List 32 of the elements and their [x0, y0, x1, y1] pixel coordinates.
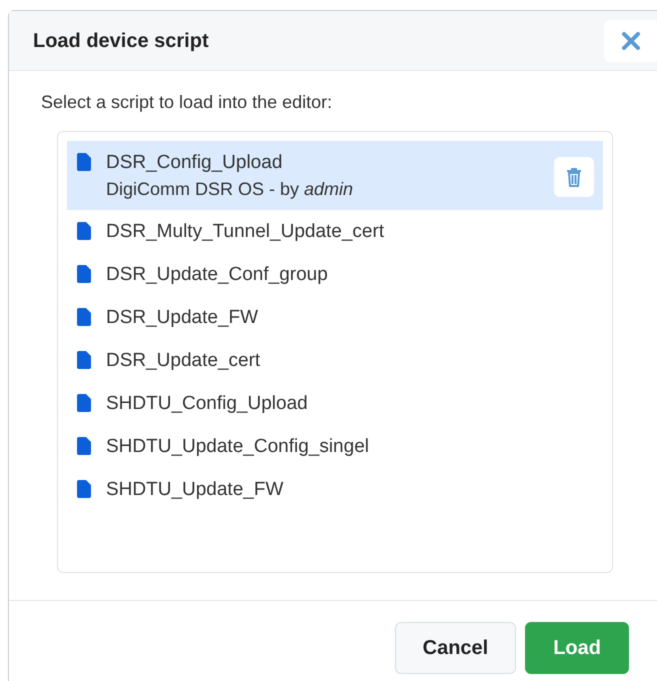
script-name: DSR_Update_FW: [106, 306, 258, 330]
close-icon: [621, 30, 641, 50]
script-item[interactable]: SHDTU_Update_Config_singel: [67, 425, 603, 468]
close-button[interactable]: [604, 20, 657, 62]
file-icon: [77, 265, 91, 283]
file-icon: [77, 351, 91, 369]
script-name: DSR_Update_cert: [106, 349, 260, 373]
script-item[interactable]: SHDTU_Update_FW: [67, 468, 603, 511]
file-icon: [77, 437, 91, 455]
file-icon: [77, 222, 91, 240]
script-item[interactable]: DSR_Multy_Tunnel_Update_cert: [67, 210, 603, 253]
file-icon: [77, 153, 91, 171]
file-icon: [77, 480, 91, 498]
script-item[interactable]: DSR_Update_FW: [67, 296, 603, 339]
script-item[interactable]: DSR_Update_Conf_group: [67, 253, 603, 296]
script-name: SHDTU_Update_Config_singel: [106, 435, 369, 459]
script-name: SHDTU_Update_FW: [106, 478, 284, 502]
script-details: DigiComm DSR OS - by admin: [106, 178, 354, 201]
script-name: SHDTU_Config_Upload: [106, 392, 308, 416]
script-name: DSR_Config_Upload: [106, 151, 284, 175]
delete-button[interactable]: [554, 157, 594, 197]
script-item[interactable]: DSR_Config_Upload DigiComm DSR OS - by admin: [67, 141, 603, 210]
cancel-button[interactable]: Cancel: [394, 622, 516, 674]
dialog-title: Load device script: [33, 28, 209, 54]
script-item[interactable]: DSR_Update_cert: [67, 339, 603, 382]
script-name: DSR_Multy_Tunnel_Update_cert: [106, 220, 384, 244]
file-icon: [77, 394, 91, 412]
trash-icon: [566, 167, 582, 187]
dialog-prompt: Select a script to load into the editor:: [41, 91, 334, 114]
file-icon: [77, 308, 91, 326]
script-name: DSR_Update_Conf_group: [106, 263, 328, 287]
script-item[interactable]: SHDTU_Config_Upload: [67, 382, 603, 425]
